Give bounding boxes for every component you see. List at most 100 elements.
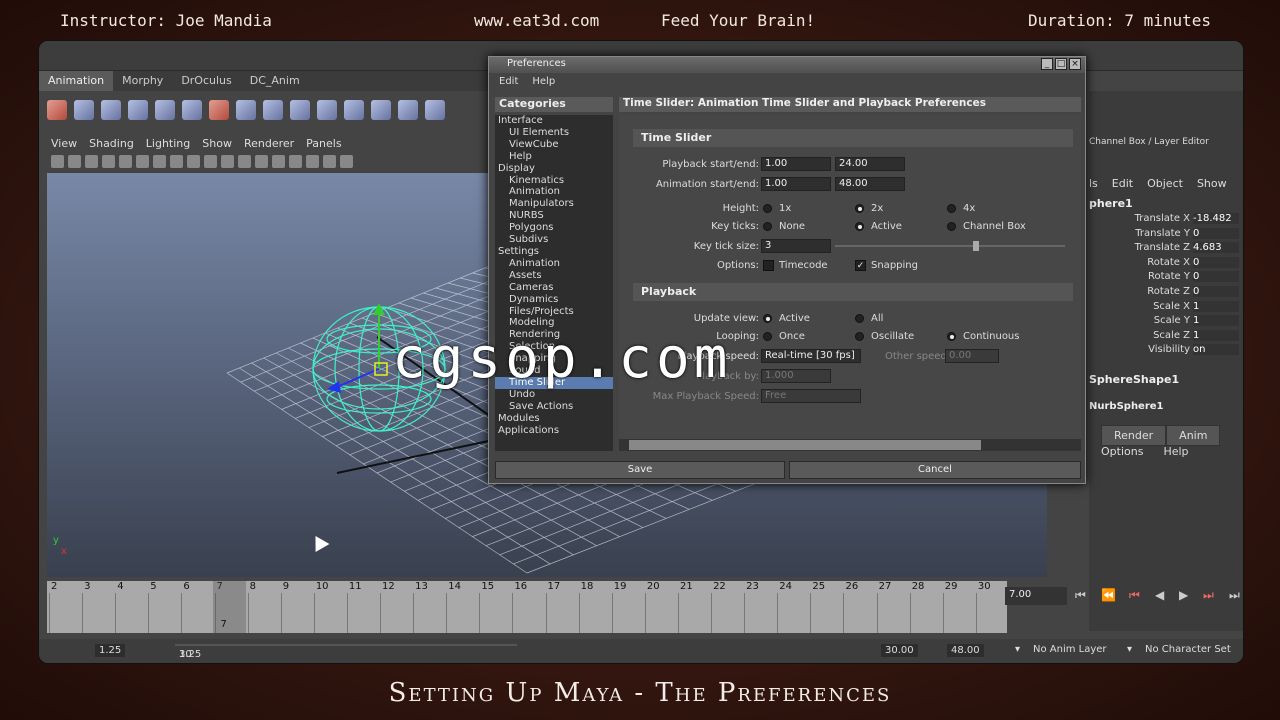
anim-end-field[interactable]: 48.00 — [947, 644, 984, 657]
cube-icon[interactable] — [272, 155, 285, 168]
tool-icon[interactable] — [290, 100, 310, 120]
viewport-menu-item[interactable]: Lighting — [146, 137, 190, 150]
tool-icon[interactable] — [182, 100, 202, 120]
tool-icon[interactable] — [128, 100, 148, 120]
category-item[interactable]: Selection — [495, 341, 613, 353]
range-start-field[interactable]: 1.25 — [95, 644, 126, 657]
channel-attribute-row[interactable]: Translate Z 4.683 — [1089, 242, 1239, 254]
playback-speed-dropdown[interactable]: Real-time [30 fps] — [761, 349, 861, 363]
layer-tab[interactable]: Render — [1101, 425, 1167, 446]
category-item[interactable]: Polygons — [495, 222, 613, 234]
tool-icon[interactable] — [398, 100, 418, 120]
chevron-down-icon[interactable]: ▾ — [1015, 644, 1020, 655]
category-item[interactable]: Files/Projects — [495, 306, 613, 318]
cancel-button[interactable]: Cancel — [789, 461, 1081, 479]
category-item[interactable]: Manipulators — [495, 198, 613, 210]
slider-handle[interactable] — [973, 241, 979, 251]
animation-end-field[interactable]: 48.00 — [835, 177, 905, 191]
prev-key-icon[interactable]: ⏮ — [1129, 588, 1140, 603]
channel-box-menu-item[interactable]: Edit — [1112, 177, 1133, 190]
tool-icon[interactable] — [317, 100, 337, 120]
chevron-down-icon[interactable]: ▾ — [1127, 644, 1132, 655]
layer-menu-item[interactable]: Help — [1163, 445, 1188, 458]
layer-tab[interactable]: Anim — [1166, 425, 1221, 446]
close-icon[interactable]: × — [1069, 58, 1081, 70]
shelf-tab[interactable]: Animation — [39, 71, 114, 91]
cube-icon[interactable] — [289, 155, 302, 168]
tool-icon[interactable] — [136, 155, 149, 168]
preferences-menu-item[interactable]: Edit — [499, 76, 518, 88]
attribute-value[interactable]: 4.683 — [1193, 242, 1239, 254]
height-radio[interactable] — [763, 204, 772, 213]
input-name[interactable]: NurbSphere1 — [1089, 401, 1164, 412]
tool-icon[interactable] — [74, 100, 94, 120]
channel-attribute-row[interactable]: Rotate Y0 — [1089, 271, 1239, 283]
key-tick-size-slider[interactable] — [835, 245, 1065, 247]
tool-icon[interactable] — [209, 100, 229, 120]
range-inner-bar[interactable]: 1.25 30 — [175, 644, 517, 660]
object-name[interactable]: phere1 — [1089, 197, 1133, 210]
channel-box-menu-item[interactable]: Object — [1147, 177, 1183, 190]
category-item[interactable]: Cameras — [495, 282, 613, 294]
category-item[interactable]: Snapping — [495, 353, 613, 365]
attribute-value[interactable]: -18.482 — [1193, 213, 1239, 224]
timecode-checkbox[interactable] — [763, 260, 774, 271]
play-forward-icon[interactable]: ▶ — [1179, 588, 1188, 602]
category-item[interactable]: Kinematics — [495, 175, 613, 187]
category-item[interactable]: Animation — [495, 186, 613, 198]
character-set-selector[interactable]: No Character Set — [1145, 644, 1231, 655]
key-ticks-radio[interactable] — [947, 222, 956, 231]
tool-icon[interactable] — [323, 155, 336, 168]
update-view-radio[interactable] — [763, 314, 772, 323]
update-view-radio[interactable] — [855, 314, 864, 323]
looping-radio[interactable] — [855, 332, 864, 341]
playback-frame-header[interactable]: Playback — [633, 283, 1073, 301]
shape-name[interactable]: SphereShape1 — [1089, 373, 1179, 386]
category-item[interactable]: Modeling — [495, 317, 613, 329]
channel-attribute-row[interactable]: Rotate X0 — [1089, 256, 1239, 268]
category-item[interactable]: Interface — [495, 115, 613, 127]
time-slider[interactable]: 2 3 4 5 6 7 8 9 10 11 12 13 14 15 16 17 18 19 20 21 22 23 24 25… — [47, 581, 1007, 633]
attribute-value[interactable]: 0 — [1193, 286, 1239, 297]
attribute-value[interactable]: 1 — [1193, 329, 1239, 341]
channel-attribute-row[interactable]: Scale Z1 — [1089, 329, 1239, 341]
animation-start-field[interactable]: 1.00 — [761, 177, 831, 191]
channel-attribute-row[interactable]: Scale Y1 — [1089, 315, 1239, 327]
tool-icon[interactable] — [68, 155, 81, 168]
range-end-field[interactable]: 30.00 — [881, 644, 918, 657]
category-item[interactable]: NURBS — [495, 210, 613, 222]
tool-icon[interactable] — [102, 155, 115, 168]
grid-icon[interactable] — [153, 155, 166, 168]
preferences-menu-item[interactable]: Help — [532, 76, 555, 88]
minimize-icon[interactable]: _ — [1041, 58, 1053, 70]
channel-attribute-row[interactable]: Visibility on — [1089, 344, 1239, 356]
attribute-value[interactable]: 0 — [1193, 227, 1239, 239]
category-item[interactable]: Dynamics — [495, 294, 613, 306]
viewport-menu-item[interactable]: View — [51, 137, 77, 150]
key-ticks-radio[interactable] — [855, 222, 864, 231]
category-item[interactable]: Modules — [495, 413, 613, 425]
tool-icon[interactable] — [263, 100, 283, 120]
snapping-checkbox[interactable]: ✓ — [855, 260, 866, 271]
tool-icon[interactable] — [119, 155, 132, 168]
tool-icon[interactable] — [204, 155, 217, 168]
category-item[interactable]: Applications — [495, 425, 613, 437]
attribute-value[interactable]: 1 — [1193, 315, 1239, 327]
viewport-menu-item[interactable]: Panels — [306, 137, 341, 150]
channel-attribute-row[interactable]: Translate X -18.482 — [1089, 213, 1239, 224]
playback-end-field[interactable]: 24.00 — [835, 157, 905, 171]
preferences-titlebar[interactable]: Preferences _ □ × — [489, 57, 1085, 73]
viewport-menu-item[interactable]: Renderer — [244, 137, 294, 150]
category-item[interactable]: ViewCube — [495, 139, 613, 151]
category-item[interactable]: Help — [495, 151, 613, 163]
save-button[interactable]: Save — [495, 461, 785, 479]
viewport-menu-item[interactable]: Shading — [89, 137, 134, 150]
layer-menu-item[interactable]: Options — [1101, 445, 1143, 458]
category-item[interactable]: Display — [495, 163, 613, 175]
category-item[interactable]: Rendering — [495, 329, 613, 341]
attribute-value[interactable]: on — [1193, 344, 1239, 356]
current-frame-marker[interactable] — [212, 581, 246, 633]
play-back-icon[interactable]: ◀ — [1155, 588, 1164, 602]
tool-icon[interactable] — [221, 155, 234, 168]
shelf-tab[interactable]: Morphy — [113, 71, 172, 91]
